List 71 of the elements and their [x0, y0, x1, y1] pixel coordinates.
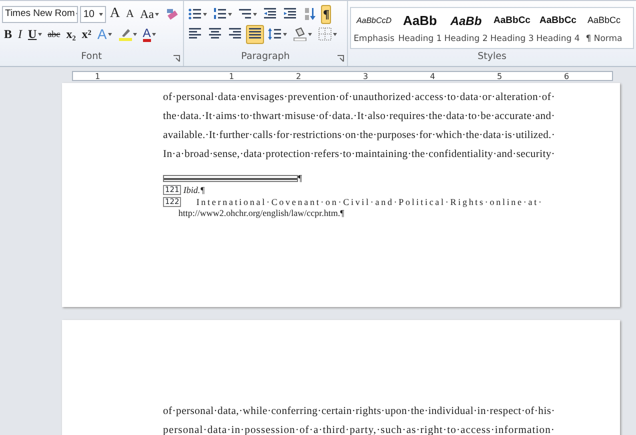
sort-icon: [303, 7, 317, 21]
style-name: Emphasis: [354, 33, 394, 46]
group-label: Font: [80, 50, 103, 64]
ruler-number: 1: [95, 72, 100, 81]
body-text-line: available.·It·further·calls·for·restrictions·on·the·purposes·for·which·the·data·is·utilized.·: [163, 129, 555, 143]
strikethrough-button[interactable]: abc: [46, 24, 62, 44]
paint-bucket-icon: [293, 27, 307, 41]
change-case-button[interactable]: Aa: [138, 4, 161, 24]
align-right-icon: [228, 27, 242, 41]
paint-bucket-button[interactable]: [291, 24, 314, 44]
ruler-number: 1: [229, 72, 234, 81]
underline-button[interactable]: U: [26, 24, 44, 44]
paragraph-mark: ¶: [298, 173, 302, 184]
style-preview: AaBbCcD: [356, 15, 392, 27]
multilevel-list-icon: [238, 7, 252, 21]
highlighter-icon: [118, 27, 132, 41]
style-name: Heading 3: [490, 33, 534, 46]
body-text-line: personal·data·in·possession·of·a·third·party,·such·as·right·to·access·information·: [163, 424, 555, 435]
footnote-text: International·Covenant·on·Civil·and·Political·Rights·online·at·: [195, 197, 544, 208]
body-text-line: the·data.·It·aims·to·thwart·misuse·of·data.·It·also·requires·the·data·to·be·accurate·and·: [163, 110, 555, 124]
style-name: Heading 1: [398, 33, 442, 46]
borders-icon: [318, 27, 332, 41]
justify-icon: [248, 27, 262, 41]
decrease-indent-icon: [263, 7, 277, 21]
group-label: Paragraph: [240, 50, 291, 64]
footnote-text: Ibid.¶: [183, 185, 205, 196]
align-center-icon: [208, 27, 222, 41]
align-left-icon: [188, 27, 202, 41]
dialog-launcher-icon: [173, 55, 180, 62]
style-gallery-item[interactable]: AaBbCcD Emphasis: [351, 8, 397, 48]
justify-button[interactable]: [246, 24, 264, 44]
ruler-number: 3: [363, 72, 368, 81]
group-label: Styles: [476, 50, 508, 64]
style-name: Heading 4: [536, 33, 580, 46]
style-name: Heading 2: [444, 33, 488, 46]
body-text-line: of·personal·data,·while·conferring·certain·rights·upon·the·individual·in·respect·of·his·: [163, 405, 555, 419]
superscript-button[interactable]: x²: [80, 24, 94, 44]
style-gallery-item[interactable]: AaBb Heading 2: [443, 8, 489, 48]
font-color-button[interactable]: A: [140, 24, 158, 44]
font-name-field[interactable]: Times New Rom: [2, 6, 78, 22]
bold-button[interactable]: B: [2, 24, 14, 44]
dialog-launcher-icon: [337, 55, 344, 62]
shrink-font-button[interactable]: A: [124, 4, 136, 24]
ruler-number: 2: [296, 72, 302, 81]
style-gallery-item[interactable]: AaBbCc Heading 4: [535, 8, 581, 48]
style-gallery-item[interactable]: AaBbCc ¶ Norma: [581, 8, 627, 48]
ruler-number: 4: [430, 72, 436, 81]
increase-indent-icon: [283, 7, 297, 21]
style-preview: AaBbCc: [587, 14, 621, 28]
body-text-line: of·personal·data·envisages·prevention·of·unauthorized·access·to·data·or·alteration·of·: [163, 91, 555, 105]
line-spacing-icon: [268, 27, 282, 41]
font-size-field[interactable]: 10: [80, 6, 106, 22]
eraser-icon: [165, 7, 179, 21]
style-preview: AaBb: [403, 12, 437, 30]
style-name: ¶ Norma: [586, 33, 622, 46]
ruler-number: 6: [564, 72, 570, 81]
grow-font-button[interactable]: A: [108, 4, 122, 24]
footnote-text: http://www2.ohchr.org/english/law/ccpr.htm.¶: [178, 208, 346, 219]
style-gallery-item[interactable]: AaBb Heading 1: [397, 8, 443, 48]
style-preview: AaBbCc: [540, 14, 576, 28]
ruler[interactable]: 1 1 2 3 4 5 6: [72, 71, 613, 81]
ruler-number: 5: [497, 72, 502, 81]
subscript-button[interactable]: x₂: [64, 24, 78, 44]
numbered-list-icon: [213, 7, 227, 21]
style-preview: AaBbCc: [494, 14, 530, 28]
show-marks-button[interactable]: ¶: [321, 4, 332, 24]
italic-button[interactable]: I: [16, 24, 24, 44]
body-text-line: In·a·broad·sense,·data·protection·refers·to·maintaining·the·confidentiality·and·security·: [163, 148, 555, 162]
bullets-icon: [188, 7, 202, 21]
style-preview: AaBb: [450, 13, 482, 30]
style-gallery-item[interactable]: AaBbCc Heading 3: [489, 8, 535, 48]
